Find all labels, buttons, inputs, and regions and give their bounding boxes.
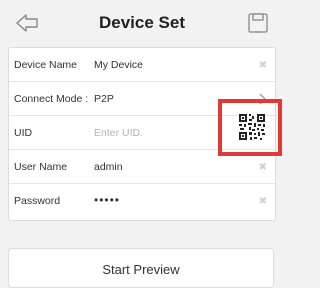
uid-label: UID (14, 127, 33, 139)
save-icon[interactable] (246, 11, 270, 35)
password-row: Password ••••• ✖ (9, 184, 275, 218)
start-preview-button[interactable]: Start Preview (8, 248, 274, 288)
start-preview-label: Start Preview (102, 262, 180, 277)
connect-mode-label: Connect Mode : (14, 93, 89, 105)
connect-mode-value: P2P (94, 93, 114, 105)
clear-icon[interactable]: ✖ (259, 60, 267, 71)
user-name-input[interactable]: admin (94, 161, 123, 173)
uid-input[interactable]: Enter UID. (94, 127, 143, 139)
clear-icon[interactable]: ✖ (259, 162, 267, 173)
device-name-input[interactable]: My Device (94, 59, 143, 71)
user-name-label: User Name (14, 161, 68, 173)
device-name-row: Device Name My Device ✖ (9, 48, 275, 82)
clear-icon[interactable]: ✖ (259, 196, 267, 207)
password-input[interactable]: ••••• (94, 193, 120, 207)
qr-highlight-box (218, 99, 282, 156)
page-title: Device Set (99, 13, 185, 32)
header: Device Set (0, 0, 284, 46)
device-name-label: Device Name (14, 59, 78, 71)
password-label: Password (14, 195, 61, 207)
